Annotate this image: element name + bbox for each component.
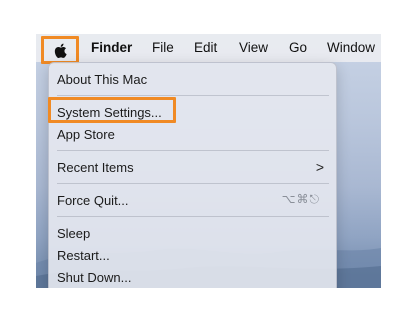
menubar-go[interactable]: Go: [289, 40, 307, 55]
menu-item-restart[interactable]: Restart...: [57, 248, 110, 263]
menu-item-app-store[interactable]: App Store: [57, 127, 115, 142]
menu-separator: [57, 150, 329, 151]
chevron-right-icon: >: [315, 159, 324, 175]
desktop-wallpaper: Finder File Edit View Go Window About Th…: [36, 34, 381, 288]
menu-item-shut-down[interactable]: Shut Down...: [57, 270, 131, 285]
apple-dropdown-menu: About This Mac System Settings... App St…: [48, 62, 337, 288]
menu-item-about-this-mac[interactable]: About This Mac: [57, 72, 147, 87]
menu-separator: [57, 95, 329, 96]
menu-item-system-settings[interactable]: System Settings...: [57, 105, 162, 120]
menubar-view[interactable]: View: [239, 40, 268, 55]
menubar-finder[interactable]: Finder: [91, 40, 132, 55]
apple-logo-icon: [54, 43, 67, 58]
menubar-window[interactable]: Window: [327, 40, 375, 55]
menubar-file[interactable]: File: [152, 40, 174, 55]
menubar-edit[interactable]: Edit: [194, 40, 217, 55]
screenshot-frame: Finder File Edit View Go Window About Th…: [0, 0, 417, 324]
apple-menu-button[interactable]: [41, 36, 79, 64]
menu-item-force-quit[interactable]: Force Quit...: [57, 193, 129, 208]
force-quit-shortcut: ⌥⌘⎋: [281, 192, 320, 206]
menu-separator: [57, 216, 329, 217]
menu-separator: [57, 183, 329, 184]
menu-bar: Finder File Edit View Go Window: [36, 34, 381, 64]
menu-item-recent-items[interactable]: Recent Items: [57, 160, 134, 175]
menu-item-sleep[interactable]: Sleep: [57, 226, 90, 241]
